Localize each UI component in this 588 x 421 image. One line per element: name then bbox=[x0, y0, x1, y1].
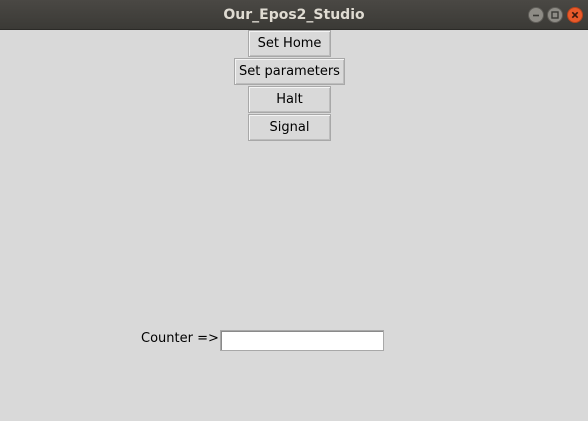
set-parameters-button[interactable]: Set parameters bbox=[234, 58, 345, 85]
maximize-icon[interactable] bbox=[547, 7, 563, 23]
close-icon[interactable] bbox=[567, 7, 583, 23]
counter-field[interactable] bbox=[220, 330, 384, 351]
title-bar[interactable]: Our_Epos2_Studio bbox=[0, 0, 588, 30]
window-title: Our_Epos2_Studio bbox=[223, 7, 365, 23]
halt-button[interactable]: Halt bbox=[248, 86, 331, 113]
minimize-icon[interactable] bbox=[528, 7, 544, 23]
app-window: Our_Epos2_Studio Set Home Set parameters… bbox=[0, 0, 588, 421]
counter-label: Counter => bbox=[141, 331, 219, 346]
signal-button[interactable]: Signal bbox=[248, 114, 331, 141]
set-home-button[interactable]: Set Home bbox=[248, 30, 331, 57]
